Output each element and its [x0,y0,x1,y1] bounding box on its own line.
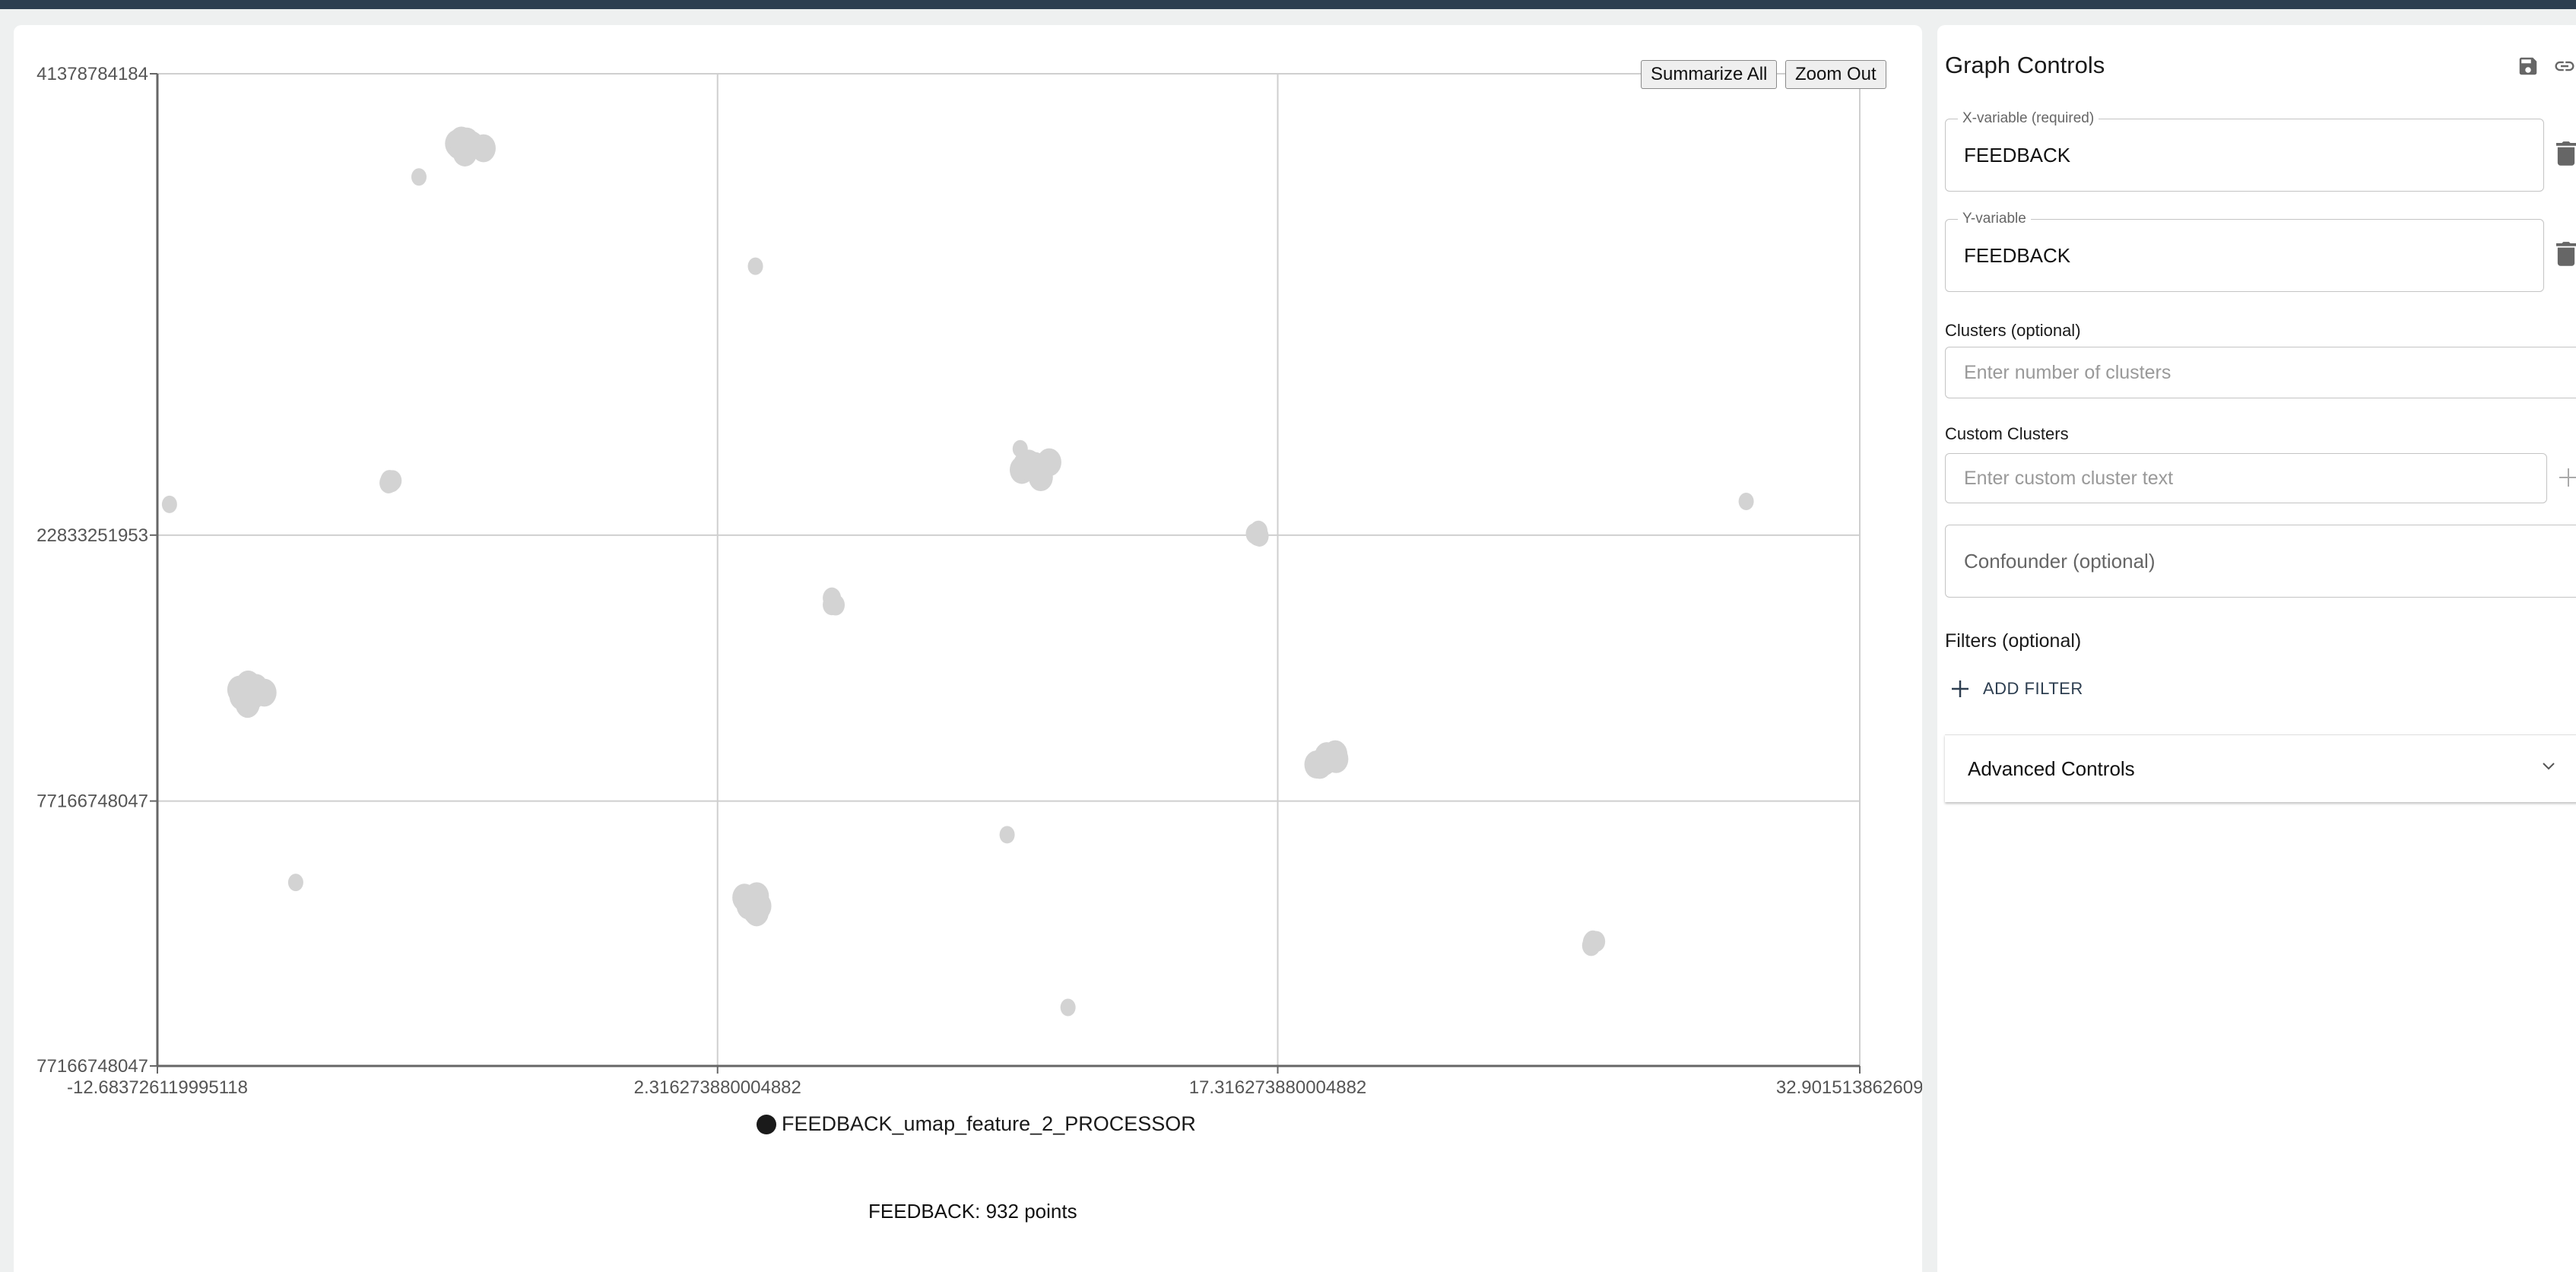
data-point [1248,525,1267,546]
legend-marker [757,1115,776,1134]
clusters-input[interactable] [1945,347,2576,398]
data-point [747,257,763,275]
add-filter-label: ADD FILTER [1983,679,2083,698]
point-cluster [411,168,427,186]
x-tick-label: -12.683726119995118 [67,1077,248,1098]
link-icon [2555,61,2574,71]
point-cluster [1060,998,1076,1017]
data-point [1312,745,1337,774]
plus-icon [2559,468,2576,487]
point-cluster [1738,492,1754,510]
trash-icon [2556,242,2576,266]
data-point [1581,934,1600,956]
filters-label: Filters (optional) [1945,630,2082,652]
point-cluster [999,826,1015,844]
point-cluster [732,882,772,927]
grid-lines [157,73,1861,1066]
legend[interactable]: FEEDBACK_umap_feature_2_PROCESSOR [757,1112,1196,1135]
summarize-all-button[interactable]: Summarize All [1641,60,1778,89]
points [161,126,1754,1017]
point-cluster [227,670,277,718]
legend-label: FEEDBACK_umap_feature_2_PROCESSOR [782,1112,1196,1135]
scatter-chart[interactable]: -12.683726119995118 2.316273880004882 17.3… [0,0,1922,1250]
y-tick-label: 41378784184 [36,64,148,84]
data-point [1012,439,1028,458]
point-cluster [747,257,763,275]
data-point [1060,998,1076,1017]
y-tick-label: 77166748047 [36,791,148,812]
point-cluster [287,874,303,892]
y-tick-label: 22833251953 [36,525,148,546]
point-cluster [823,587,845,616]
delete-y-variable-button[interactable] [2556,240,2576,270]
copy-link-button[interactable] [2552,55,2576,81]
add-filter-button[interactable]: ADD FILTER [1951,679,2083,699]
y-variable-value: FEEDBACK [1964,243,2071,267]
data-point [411,168,427,186]
tick-labels: -12.683726119995118 2.316273880004882 17.3… [36,64,1922,1098]
custom-clusters-input[interactable] [1945,453,2547,503]
data-point [1738,492,1754,510]
point-cluster [161,495,177,513]
clusters-label: Clusters (optional) [1945,321,2081,340]
points-count-caption: FEEDBACK: 932 points [868,1200,1077,1223]
point-cluster [379,470,402,493]
point-cluster [1245,520,1269,547]
advanced-controls-accordion[interactable]: Advanced Controls [1945,734,2576,802]
trash-icon [2556,141,2576,166]
data-point [742,896,767,925]
delete-x-variable-button[interactable] [2556,140,2576,170]
save-icon [2519,57,2537,75]
data-point [454,127,479,156]
chevron-down-icon [2543,763,2555,770]
data-point [287,874,303,892]
y-tick-label: 77166748047 [36,1056,148,1077]
data-point [383,470,402,491]
axes [150,73,1861,1074]
data-point [161,495,177,513]
point-cluster [1012,439,1028,458]
add-custom-cluster-button[interactable] [2558,467,2576,492]
point-cluster [1304,740,1349,779]
data-point [999,826,1015,844]
point-cluster [445,126,496,167]
x-tick-label: 17.316273880004882 [1189,1077,1367,1098]
save-button[interactable] [2517,55,2540,81]
custom-clusters-label: Custom Clusters [1945,424,2069,443]
plus-icon [1952,680,1968,697]
panel-title: Graph Controls [1945,52,2105,78]
confounder-placeholder: Confounder (optional) [1964,549,2156,573]
data-point [240,681,265,710]
x-tick-label: 32.90151386260987 [1776,1077,1922,1098]
confounder-select[interactable]: Confounder (optional) [1945,525,2576,598]
x-tick-label: 2.316273880004882 [634,1077,801,1098]
advanced-controls-label: Advanced Controls [1968,757,2135,780]
x-variable-field[interactable]: X-variable (required) FEEDBACK [1945,110,2544,192]
x-variable-value: FEEDBACK [1964,143,2071,167]
zoom-out-button[interactable]: Zoom Out [1785,60,1886,89]
y-variable-field[interactable]: Y-variable FEEDBACK [1945,211,2544,292]
point-cluster [1581,930,1606,956]
data-point [823,592,842,614]
